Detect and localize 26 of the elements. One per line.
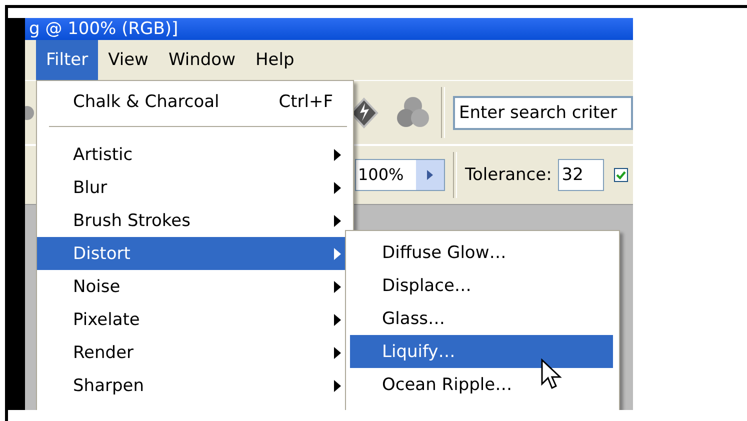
checkbox[interactable] [614,168,628,182]
menu-item[interactable]: Brush Strokes [37,204,353,237]
menu-bar-item[interactable]: View [98,40,158,80]
cursor-icon [540,358,562,392]
window-title: g @ 100% (RGB)] [25,18,633,40]
menu-item[interactable]: Glass… [350,302,613,335]
menu-item[interactable]: Noise [37,270,353,303]
menu-item[interactable]: Render [37,336,353,369]
tolerance-field[interactable]: 32 [558,159,604,191]
menu-bar-item[interactable]: Help [245,40,304,80]
search-field[interactable]: Enter search criter [453,96,633,130]
menu-item[interactable]: Liquify… [350,335,613,368]
menu-item[interactable]: Sharpen [37,369,353,402]
caret-icon [426,170,434,180]
menu-bar-item[interactable]: Filter [36,40,98,80]
tolerance-label: Tolerance: [465,165,552,185]
zoom-field[interactable]: 100% [355,159,445,191]
menu-bar-item[interactable]: Window [158,40,246,80]
menu-item[interactable]: Ocean Ripple… [350,368,613,401]
menu-item[interactable]: Chalk & Charcoal Ctrl+F [37,85,353,118]
arrow-button[interactable] [416,160,444,190]
menu-item[interactable]: Blur [37,171,353,204]
menu-item[interactable]: Diffuse Glow… [350,236,613,269]
menu-item[interactable]: Displace… [350,269,613,302]
menu-item[interactable]: Pixelate [37,303,353,336]
menu-item[interactable]: Artistic [37,138,353,171]
